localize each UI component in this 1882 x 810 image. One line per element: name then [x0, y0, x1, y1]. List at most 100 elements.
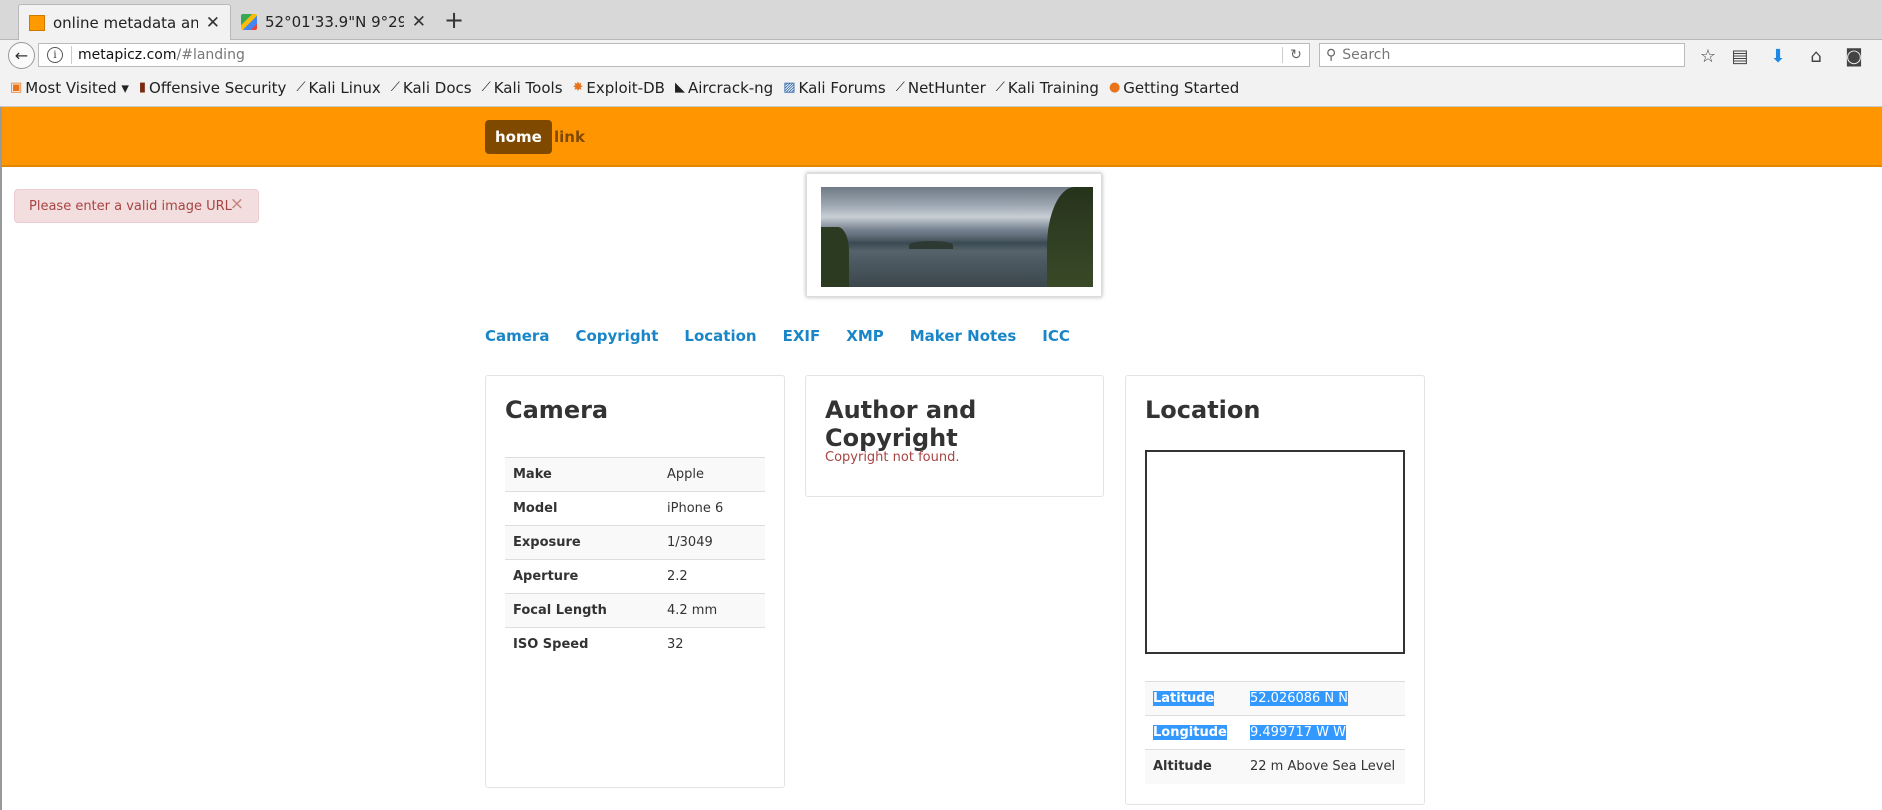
table-row: Model iPhone 6: [505, 491, 765, 526]
row-value: 1/3049: [659, 525, 765, 560]
image-thumbnail-frame: [806, 173, 1102, 297]
tab-camera[interactable]: Camera: [485, 327, 549, 345]
tab-location[interactable]: Location: [684, 327, 756, 345]
row-value: 52.026086 N N: [1242, 681, 1405, 716]
row-value: iPhone 6: [659, 491, 765, 526]
camera-table: Make Apple Model iPhone 6 Exposure 1/3049 A…: [505, 457, 765, 662]
row-key: Exposure: [505, 525, 659, 560]
error-alert: Please enter a valid image URL ×: [14, 189, 259, 223]
site-info-icon[interactable]: i: [47, 47, 63, 63]
tab-copyright[interactable]: Copyright: [575, 327, 658, 345]
nav-home-link[interactable]: home: [485, 120, 552, 154]
row-key: Focal Length: [505, 593, 659, 628]
site-navbar: home link: [2, 107, 1882, 167]
row-value: Apple: [659, 457, 765, 492]
bookmark-label: Most Visited ▾: [25, 78, 129, 97]
exploitdb-icon: ✸: [572, 80, 584, 95]
location-table: Latitude 52.026086 N N Longitude 9.499717 …: [1145, 681, 1405, 784]
table-row: Aperture 2.2: [505, 559, 765, 594]
location-map[interactable]: [1145, 450, 1405, 654]
image-thumbnail: [821, 187, 1093, 287]
row-value: 9.499717 W W: [1242, 715, 1405, 750]
tab-icc[interactable]: ICC: [1042, 327, 1070, 345]
copyright-title: Author and Copyright: [825, 396, 977, 452]
search-placeholder: Search: [1342, 47, 1391, 63]
row-key: ISO Speed: [505, 627, 659, 662]
tab-exif[interactable]: EXIF: [783, 327, 821, 345]
address-divider: [71, 46, 72, 64]
row-value: 2.2: [659, 559, 765, 594]
bookmark-label: Exploit-DB: [586, 78, 665, 97]
row-key: Longitude: [1145, 715, 1242, 750]
browser-nav-bar: ← i metapicz.com/#landing ↻ ⚲ Search ☆ ▤…: [0, 40, 1882, 69]
bookmark-label: Kali Docs: [402, 78, 472, 97]
firefox-icon: ●: [1108, 80, 1121, 95]
close-alert-icon[interactable]: ×: [230, 194, 244, 214]
camera-title: Camera: [505, 396, 609, 424]
bookmark-kali-linux[interactable]: ⟋ Kali Linux: [296, 79, 380, 97]
home-icon[interactable]: ⌂: [1805, 46, 1827, 67]
thumbnail-trees-left: [821, 227, 849, 287]
selected-text: Longitude: [1153, 725, 1227, 740]
bookmarks-bar: ▣ Most Visited ▾ ▮ Offensive Security ⟋ Kal…: [0, 69, 1882, 107]
page-content: home link Please enter a valid image URL…: [0, 107, 1882, 810]
selected-text: Latitude: [1153, 691, 1215, 706]
kali-dragon-icon: ⟋: [481, 80, 491, 95]
kali-forums-icon: ▨: [783, 80, 796, 95]
bookmark-kali-docs[interactable]: ⟋ Kali Docs: [391, 79, 472, 97]
tab-title: 52°01'33.9"N 9°29'59.…: [265, 13, 404, 31]
bookmark-getting-started[interactable]: ● Getting Started: [1109, 79, 1239, 97]
selected-text: 9.499717 W W: [1250, 725, 1347, 740]
close-tab-icon[interactable]: ✕: [412, 12, 426, 32]
table-row: Altitude 22 m Above Sea Level: [1145, 749, 1405, 784]
address-bar[interactable]: i metapicz.com/#landing ↻: [38, 43, 1310, 67]
url-path: /#landing: [176, 47, 245, 63]
nav-link[interactable]: link: [544, 120, 595, 154]
downloads-icon[interactable]: ⬇: [1767, 46, 1789, 67]
kali-dragon-icon: ⟋: [296, 80, 306, 95]
rss-icon: ▣: [10, 80, 23, 95]
new-tab-button[interactable]: +: [444, 6, 464, 34]
bookmark-kali-forums[interactable]: ▨ Kali Forums: [783, 79, 886, 97]
row-value: 22 m Above Sea Level: [1242, 749, 1405, 784]
close-tab-icon[interactable]: ✕: [206, 13, 220, 33]
reading-list-icon[interactable]: ▤: [1729, 46, 1751, 67]
reload-icon[interactable]: ↻: [1282, 47, 1309, 63]
bookmark-label: Kali Linux: [308, 78, 381, 97]
url-host: metapicz.com: [78, 47, 177, 63]
bookmark-label: Offensive Security: [149, 78, 287, 97]
bookmark-nethunter[interactable]: ⟋ NetHunter: [896, 79, 986, 97]
search-input[interactable]: ⚲ Search: [1319, 43, 1685, 67]
tab-metapicz[interactable]: online metadata and e… ✕: [18, 4, 231, 40]
bookmark-offensive-security[interactable]: ▮ Offensive Security: [139, 79, 287, 97]
offsec-icon: ▮: [138, 80, 147, 95]
aircrack-icon: ◣: [674, 80, 685, 95]
tab-xmp[interactable]: XMP: [846, 327, 884, 345]
row-value: 32: [659, 627, 765, 662]
kali-dragon-icon: ⟋: [390, 80, 400, 95]
back-button[interactable]: ←: [8, 42, 35, 69]
row-key: Aperture: [505, 559, 659, 594]
browser-tab-bar: online metadata and e… ✕ 52°01'33.9"N 9°…: [0, 0, 1882, 40]
table-row: ISO Speed 32: [505, 627, 765, 662]
bookmark-star-icon[interactable]: ☆: [1697, 46, 1719, 67]
row-key: Model: [505, 491, 659, 526]
section-tabs: Camera Copyright Location EXIF XMP Maker…: [485, 327, 1096, 345]
bookmark-kali-training[interactable]: ⟋ Kali Training: [996, 79, 1099, 97]
bookmark-most-visited[interactable]: ▣ Most Visited ▾: [10, 79, 129, 97]
thumbnail-island: [909, 241, 953, 249]
pocket-icon[interactable]: ◙: [1843, 46, 1865, 67]
bookmark-label: Kali Forums: [798, 78, 886, 97]
location-panel: Location Latitude 52.026086 N N Longitude…: [1125, 375, 1425, 805]
tab-maps[interactable]: 52°01'33.9"N 9°29'59.… ✕: [231, 4, 436, 40]
kali-dragon-icon: ⟋: [895, 80, 905, 95]
thumbnail-trees-right: [1047, 187, 1093, 287]
row-value: 4.2 mm: [659, 593, 765, 628]
bookmark-aircrack-ng[interactable]: ◣ Aircrack-ng: [675, 79, 773, 97]
bookmark-label: Kali Tools: [493, 78, 563, 97]
bookmark-exploit-db[interactable]: ✸ Exploit-DB: [573, 79, 665, 97]
bookmark-label: Aircrack-ng: [687, 78, 774, 97]
copyright-message: Copyright not found.: [825, 450, 960, 465]
bookmark-kali-tools[interactable]: ⟋ Kali Tools: [482, 79, 563, 97]
tab-maker-notes[interactable]: Maker Notes: [910, 327, 1017, 345]
